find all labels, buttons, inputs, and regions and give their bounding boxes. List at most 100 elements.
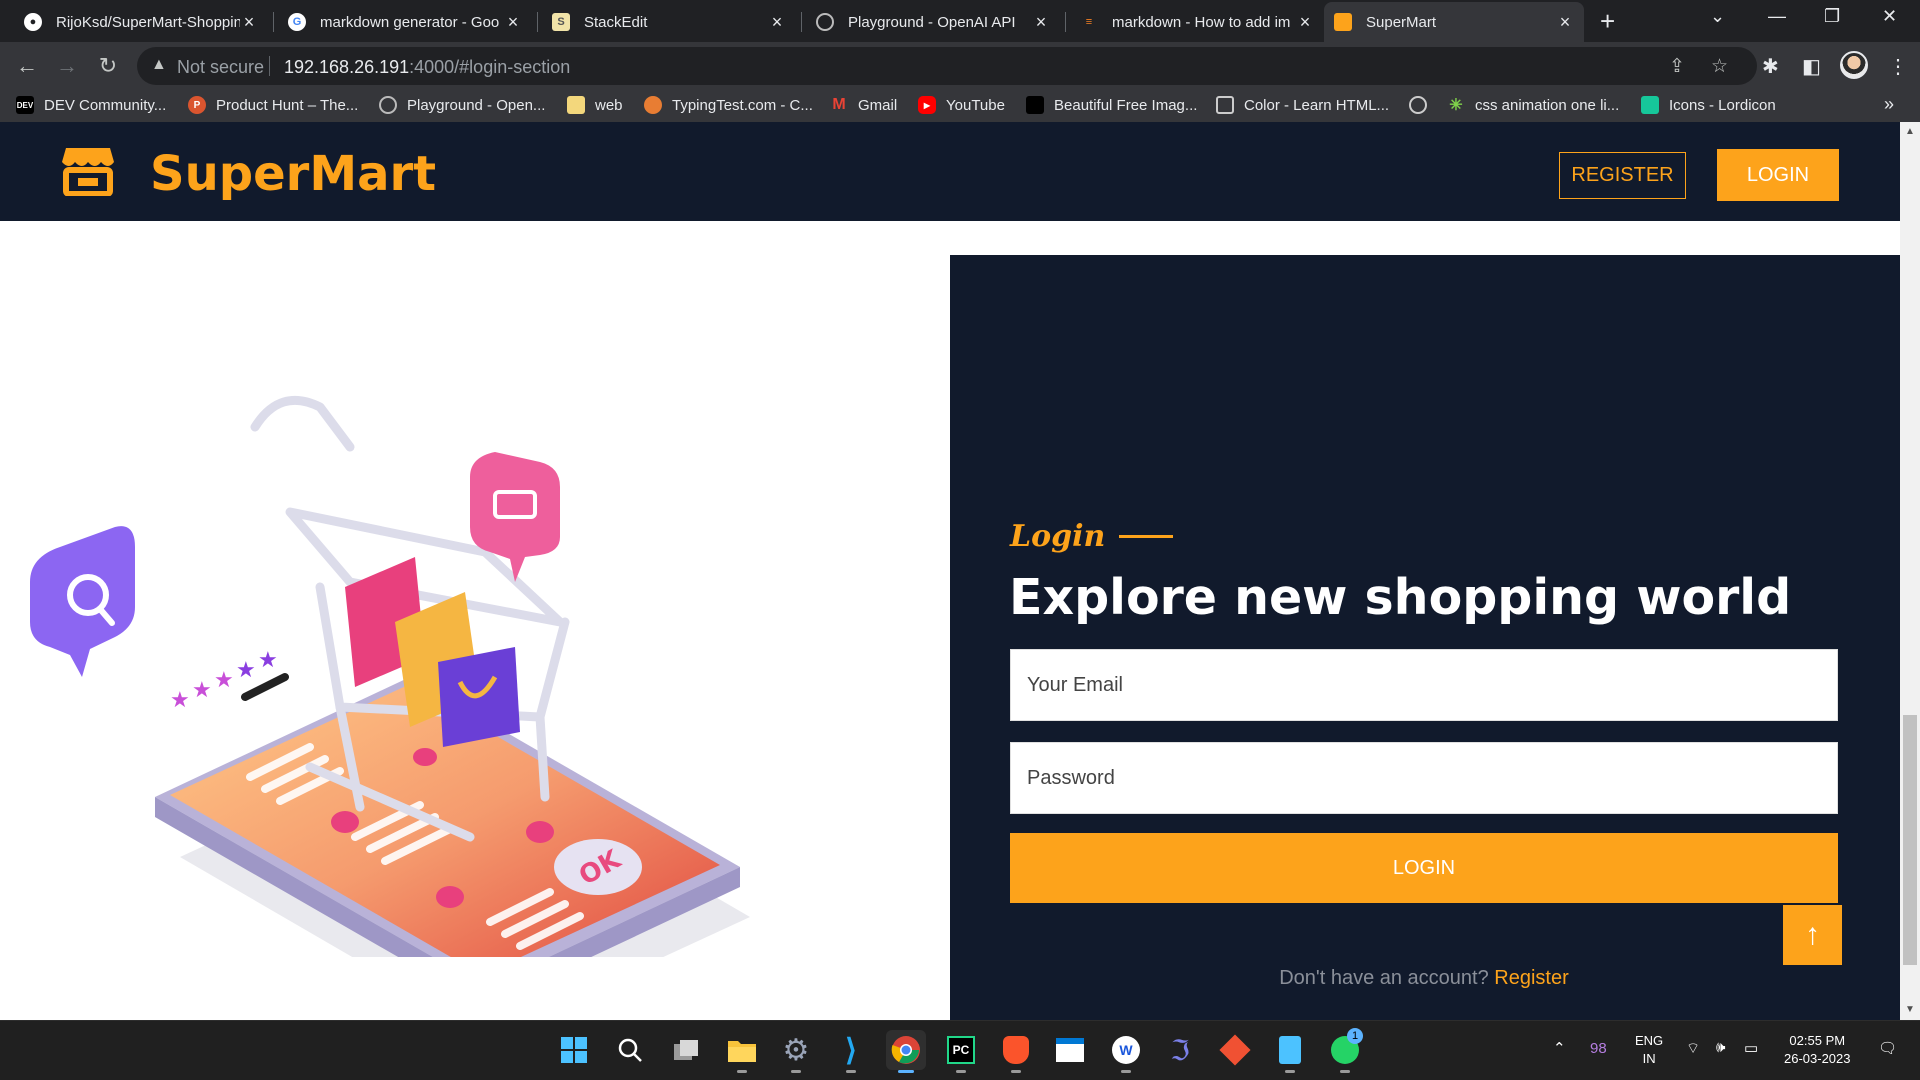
taskbar-vscode[interactable]: ⟩ <box>831 1030 871 1073</box>
tab-title: RijoKsd/SuperMart-Shoppin <box>56 13 240 31</box>
page-scrollbar[interactable]: ▲ ▼ <box>1900 122 1920 1020</box>
storefront-icon[interactable] <box>60 144 116 196</box>
search-button[interactable] <box>610 1030 650 1070</box>
tab-github[interactable]: ● RijoKsd/SuperMart-Shoppin × <box>14 2 268 42</box>
bookmark-globe[interactable] <box>1409 96 1437 114</box>
tab-supermart[interactable]: SuperMart × <box>1324 2 1584 42</box>
bookmark-star-icon[interactable]: ☆ <box>1711 55 1728 78</box>
supermart-icon <box>1334 13 1352 31</box>
reload-icon[interactable]: ↻ <box>94 52 122 80</box>
browser-tab-bar: ● RijoKsd/SuperMart-Shoppin × G markdown… <box>0 0 1920 42</box>
register-button[interactable]: REGISTER <box>1559 152 1686 199</box>
close-icon[interactable]: × <box>1556 12 1574 33</box>
share-icon[interactable]: ⇪ <box>1669 55 1685 78</box>
scroll-down-icon[interactable]: ▼ <box>1905 1004 1915 1015</box>
tab-stackedit[interactable]: S StackEdit × <box>542 2 796 42</box>
password-field[interactable] <box>1010 742 1838 814</box>
email-field[interactable] <box>1010 649 1838 721</box>
profile-avatar[interactable] <box>1840 51 1868 79</box>
forward-icon[interactable]: → <box>53 52 81 80</box>
notification-badge: 1 <box>1347 1028 1363 1044</box>
bookmark-producthunt[interactable]: P Product Hunt – The... <box>188 96 358 114</box>
login-section: Login Explore new shopping world LOGIN D… <box>950 255 1900 1020</box>
taskbar-git[interactable] <box>1215 1030 1255 1070</box>
start-button[interactable] <box>554 1030 594 1070</box>
back-icon[interactable]: ← <box>13 52 41 80</box>
tab-search-icon[interactable]: ⌄ <box>1710 6 1725 27</box>
bookmark-openai[interactable]: Playground - Open... <box>379 96 545 114</box>
taskbar-chrome[interactable] <box>886 1030 926 1073</box>
stackoverflow-icon: ≡ <box>1085 16 1093 28</box>
taskbar-pycharm[interactable]: PC <box>941 1030 981 1073</box>
github-icon: ● <box>24 13 42 31</box>
bookmark-color[interactable]: Color - Learn HTML... <box>1216 96 1389 114</box>
clock[interactable]: 02:55 PM 26-03-2023 <box>1784 1032 1851 1068</box>
bookmark-lordicon[interactable]: Icons - Lordicon <box>1641 96 1776 114</box>
language-line2: IN <box>1642 1051 1656 1066</box>
taskbar-notepad[interactable] <box>1270 1030 1310 1073</box>
bookmark-typingtest[interactable]: TypingTest.com - C... <box>644 96 813 114</box>
svg-text:★: ★ <box>214 667 234 692</box>
bookmark-label: Playground - Open... <box>407 96 546 114</box>
taskbar-settings[interactable]: ⚙ <box>776 1030 816 1073</box>
bookmark-unsplash[interactable]: Beautiful Free Imag... <box>1026 96 1197 114</box>
side-panel-icon[interactable]: ◧ <box>1802 54 1821 79</box>
typingtest-icon <box>644 96 662 114</box>
scroll-up-icon[interactable]: ▲ <box>1905 126 1915 137</box>
close-icon[interactable]: × <box>504 12 522 33</box>
shopping-illustration: OK ★ ★ ★ ★ ★ <box>30 395 750 957</box>
menu-icon[interactable]: ⋮ <box>1888 54 1908 79</box>
battery-icon[interactable]: ▭ <box>1744 1039 1758 1057</box>
close-icon[interactable]: × <box>768 12 786 33</box>
url-text[interactable]: 192.168.26.191:4000/#login-section <box>284 57 570 78</box>
url-path: :4000/#login-section <box>409 57 571 77</box>
notification-icon[interactable]: 🗨 <box>1878 1039 1897 1057</box>
bookmark-youtube[interactable]: ▶ YouTube <box>918 96 1005 114</box>
bookmark-css-animation[interactable]: ✳ css animation one li... <box>1447 96 1619 115</box>
login-nav-button[interactable]: LOGIN <box>1717 149 1839 201</box>
producthunt-icon: P <box>188 96 206 114</box>
tab-openai[interactable]: Playground - OpenAI API × <box>806 2 1060 42</box>
bookmark-dev[interactable]: DEV DEV Community... <box>16 96 166 114</box>
warning-icon[interactable]: ▲ <box>151 56 167 74</box>
tab-separator <box>537 12 538 32</box>
tab-separator <box>801 12 802 32</box>
task-view-button[interactable] <box>666 1030 706 1070</box>
tab-google[interactable]: G markdown generator - Goo × <box>278 2 532 42</box>
volume-icon[interactable]: 🕪 <box>1716 1039 1725 1056</box>
close-icon[interactable]: × <box>240 12 258 33</box>
minimize-icon[interactable]: — <box>1768 6 1786 27</box>
wifi-icon[interactable]: ⌔ <box>1686 1039 1700 1058</box>
bookmark-label: YouTube <box>946 96 1005 114</box>
extensions-icon[interactable]: ✱ <box>1762 54 1779 79</box>
scroll-to-top-button[interactable]: ↑ <box>1783 905 1842 965</box>
chevron-up-icon[interactable]: ⌃ <box>1553 1039 1566 1057</box>
taskbar-app-bird[interactable]: ℑ <box>1160 1030 1200 1070</box>
brand-logo[interactable]: SuperMart <box>150 146 436 202</box>
tray-counter[interactable]: 98 <box>1590 1040 1607 1057</box>
bookmarks-bar: DEV DEV Community... P Product Hunt – Th… <box>0 90 1920 122</box>
taskbar-whatsapp[interactable]: 1 <box>1325 1028 1365 1073</box>
taskbar-brave[interactable] <box>996 1030 1036 1073</box>
tab-stackoverflow[interactable]: ≡ markdown - How to add im × <box>1070 2 1324 42</box>
taskbar-file-explorer[interactable] <box>722 1030 762 1073</box>
store-icon <box>1056 1038 1084 1062</box>
running-indicator <box>791 1070 801 1073</box>
taskbar-store[interactable] <box>1050 1030 1090 1070</box>
bookmark-web[interactable]: web <box>567 96 623 114</box>
language-line1: ENG <box>1635 1033 1664 1048</box>
bookmark-gmail[interactable]: M Gmail <box>830 96 897 114</box>
language-indicator[interactable]: ENG IN <box>1635 1032 1663 1068</box>
new-tab-icon[interactable]: + <box>1600 8 1615 34</box>
scrollbar-thumb[interactable] <box>1903 715 1917 965</box>
address-bar[interactable]: ▲ Not secure 192.168.26.191:4000/#login-… <box>137 47 1757 85</box>
security-label[interactable]: Not secure <box>177 57 264 78</box>
bookmarks-overflow-icon[interactable]: » <box>1884 94 1894 115</box>
close-icon[interactable]: × <box>1296 12 1314 33</box>
restore-icon[interactable]: ❐ <box>1824 6 1840 27</box>
register-link[interactable]: Register <box>1494 967 1568 989</box>
login-submit-button[interactable]: LOGIN <box>1010 833 1838 903</box>
taskbar-word-app[interactable]: W <box>1106 1030 1146 1073</box>
close-window-icon[interactable]: ✕ <box>1882 6 1897 27</box>
close-icon[interactable]: × <box>1032 12 1050 33</box>
